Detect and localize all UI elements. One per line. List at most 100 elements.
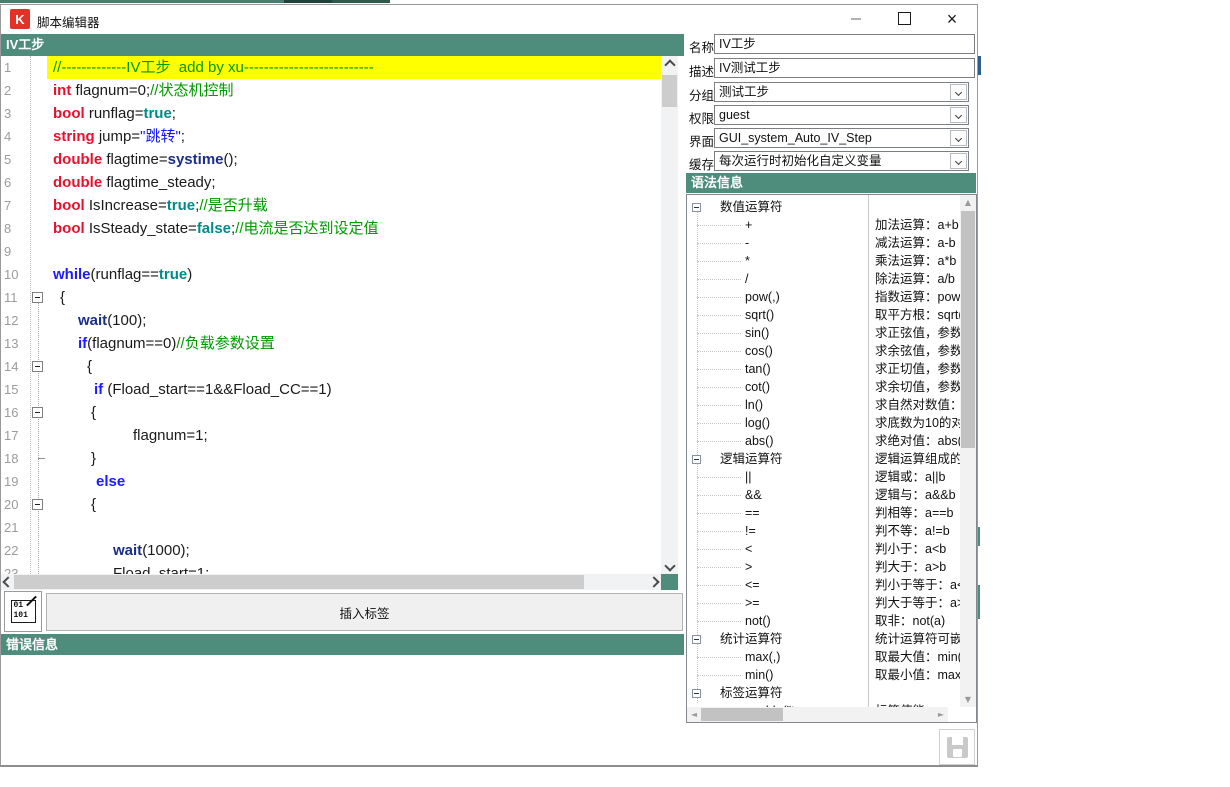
code-line[interactable]: 14{: [1, 355, 661, 378]
syntax-tree-row[interactable]: tan()求正切值，参数为角度制：: [687, 360, 960, 378]
code-line[interactable]: 18}: [1, 447, 661, 470]
tree-collapse-icon[interactable]: [692, 455, 701, 464]
scroll-left-button[interactable]: [1, 574, 15, 590]
syntax-tree-row[interactable]: >判大于：a>b: [687, 558, 960, 576]
insert-tag-button[interactable]: 插入标签: [46, 593, 683, 631]
code-line[interactable]: 11{: [1, 286, 661, 309]
syntax-tree-row[interactable]: log()求底数为10的对数：cos(a: [687, 414, 960, 432]
code-line[interactable]: 8bool IsSteady_state=false;//电流是否达到设定值: [1, 217, 661, 240]
scroll-down-button[interactable]: ▼: [960, 692, 976, 707]
syntax-item-label: ln(): [745, 396, 763, 414]
syntax-tree-row[interactable]: ==判相等：a==b: [687, 504, 960, 522]
tree-collapse-icon[interactable]: [692, 689, 701, 698]
combo-dropdown-button[interactable]: [950, 107, 967, 123]
code-line[interactable]: 21: [1, 516, 661, 539]
syntax-tree-row[interactable]: cot()求余切值，参数为角度制：: [687, 378, 960, 396]
syntax-tree-row[interactable]: not()取非：not(a): [687, 612, 960, 630]
combo-dropdown-button[interactable]: [950, 130, 967, 146]
line-number: 18: [1, 447, 30, 470]
syntax-tree-horizontal-scrollbar[interactable]: ◄ ►: [687, 707, 948, 722]
fold-collapse-marker[interactable]: [32, 292, 43, 303]
scrollbar-thumb[interactable]: [662, 75, 677, 107]
code-line[interactable]: 1//-------------IV工步 add by xu----------…: [1, 56, 661, 79]
code-line[interactable]: 19else: [1, 470, 661, 493]
syntax-tree-row[interactable]: &&逻辑与：a&&b: [687, 486, 960, 504]
code-line[interactable]: 4string jump="跳转";: [1, 125, 661, 148]
code-line[interactable]: 23Fload_start=1;: [1, 562, 661, 574]
property-combobox[interactable]: 测试工步: [714, 82, 969, 102]
code-line[interactable]: 5double flagtime=systime();: [1, 148, 661, 171]
syntax-tree-row[interactable]: cos()求余弦值，参数为角度制：: [687, 342, 960, 360]
syntax-item-description: 判不等：a!=b: [868, 522, 950, 540]
tree-collapse-icon[interactable]: [692, 635, 701, 644]
property-input[interactable]: IV工步: [714, 34, 975, 54]
syntax-tree-row[interactable]: *乘法运算：a*b: [687, 252, 960, 270]
fold-collapse-marker[interactable]: [32, 407, 43, 418]
syntax-tree[interactable]: 数值运算符+加法运算：a+b-减法运算：a-b*乘法运算：a*b/除法运算：a/…: [686, 194, 977, 723]
syntax-tree-row[interactable]: max(,)取最大值：min(a,b): [687, 648, 960, 666]
syntax-tree-row[interactable]: sqrt()取平方根：sqrt(a): [687, 306, 960, 324]
syntax-tree-row[interactable]: abs()求绝对值：abs(a): [687, 432, 960, 450]
property-combobox[interactable]: GUI_system_Auto_IV_Step: [714, 128, 969, 148]
scroll-right-button[interactable]: ►: [934, 707, 948, 722]
property-label: 描述: [689, 61, 714, 80]
property-input[interactable]: IV测试工步: [714, 58, 975, 78]
fold-margin: [30, 562, 47, 574]
syntax-tree-row[interactable]: pow(,)指数运算：pow(a,b): [687, 288, 960, 306]
scrollbar-thumb[interactable]: [961, 211, 975, 448]
property-combobox[interactable]: guest: [714, 105, 969, 125]
editor-vertical-scrollbar[interactable]: [661, 56, 678, 574]
property-label: 名称: [689, 37, 714, 56]
code-line[interactable]: 3bool runflag=true;: [1, 102, 661, 125]
code-line[interactable]: 7bool IsIncrease=true;//是否升载: [1, 194, 661, 217]
code-line[interactable]: 22wait(1000);: [1, 539, 661, 562]
save-button[interactable]: [939, 729, 975, 765]
code-editor[interactable]: 1//-------------IV工步 add by xu----------…: [1, 56, 661, 574]
insert-tag-icon-button[interactable]: 01 101: [4, 591, 42, 632]
fold-collapse-marker[interactable]: [32, 499, 43, 510]
editor-horizontal-scrollbar[interactable]: [1, 574, 661, 590]
chevron-up-icon: [664, 59, 675, 70]
syntax-tree-row[interactable]: <判小于：a<b: [687, 540, 960, 558]
code-line[interactable]: 9: [1, 240, 661, 263]
scroll-right-button[interactable]: [647, 574, 661, 590]
syntax-tree-row[interactable]: <=判小于等于：a<=b: [687, 576, 960, 594]
syntax-tree-row[interactable]: 逻辑运算符逻辑运算组成的赋值表达式: [687, 450, 960, 468]
scroll-down-button[interactable]: [661, 557, 678, 574]
fold-margin: [30, 79, 47, 102]
syntax-tree-row[interactable]: !=判不等：a!=b: [687, 522, 960, 540]
scroll-up-button[interactable]: [661, 56, 678, 73]
combo-dropdown-button[interactable]: [950, 153, 967, 169]
code-line[interactable]: 6double flagtime_steady;: [1, 171, 661, 194]
fold-collapse-marker[interactable]: [32, 361, 43, 372]
code-line[interactable]: 15if (Fload_start==1&&Fload_CC==1): [1, 378, 661, 401]
syntax-tree-row[interactable]: ||逻辑或：a||b: [687, 468, 960, 486]
syntax-tree-row[interactable]: 标签运算符: [687, 684, 960, 702]
syntax-tree-row[interactable]: ln()求自然对数值：ln(a): [687, 396, 960, 414]
syntax-tree-row[interactable]: min()取最小值：max(a,b): [687, 666, 960, 684]
scroll-left-button[interactable]: ◄: [687, 707, 701, 722]
syntax-tree-vertical-scrollbar[interactable]: ▲ ▼: [960, 195, 976, 707]
code-line[interactable]: 10while(runflag==true): [1, 263, 661, 286]
code-line[interactable]: 16{: [1, 401, 661, 424]
code-line[interactable]: 12wait(100);: [1, 309, 661, 332]
combo-dropdown-button[interactable]: [950, 84, 967, 100]
syntax-tree-row[interactable]: -减法运算：a-b: [687, 234, 960, 252]
property-combobox[interactable]: 每次运行时初始化自定义变量: [714, 151, 969, 171]
code-line[interactable]: 20{: [1, 493, 661, 516]
properties-panel: 名称IV工步描述IV测试工步分组测试工步权限guest界面GUI_system_…: [686, 5, 977, 765]
syntax-tree-row[interactable]: 统计运算符统计运算符可嵌套使用，例: [687, 630, 960, 648]
code-line[interactable]: 2int flagnum=0;//状态机控制: [1, 79, 661, 102]
syntax-tree-row[interactable]: sin()求正弦值，参数为角度制：: [687, 324, 960, 342]
code-line[interactable]: 17flagnum=1;: [1, 424, 661, 447]
code-text: [47, 516, 661, 539]
syntax-tree-row[interactable]: +加法运算：a+b: [687, 216, 960, 234]
syntax-tree-row[interactable]: >=判大于等于：a>=b: [687, 594, 960, 612]
code-line[interactable]: 13if(flagnum==0)//负载参数设置: [1, 332, 661, 355]
scrollbar-thumb[interactable]: [14, 575, 584, 589]
syntax-tree-row[interactable]: 数值运算符: [687, 198, 960, 216]
syntax-tree-row[interactable]: /除法运算：a/b: [687, 270, 960, 288]
scroll-up-button[interactable]: ▲: [960, 195, 976, 210]
tree-collapse-icon[interactable]: [692, 203, 701, 212]
scrollbar-thumb[interactable]: [701, 708, 783, 721]
